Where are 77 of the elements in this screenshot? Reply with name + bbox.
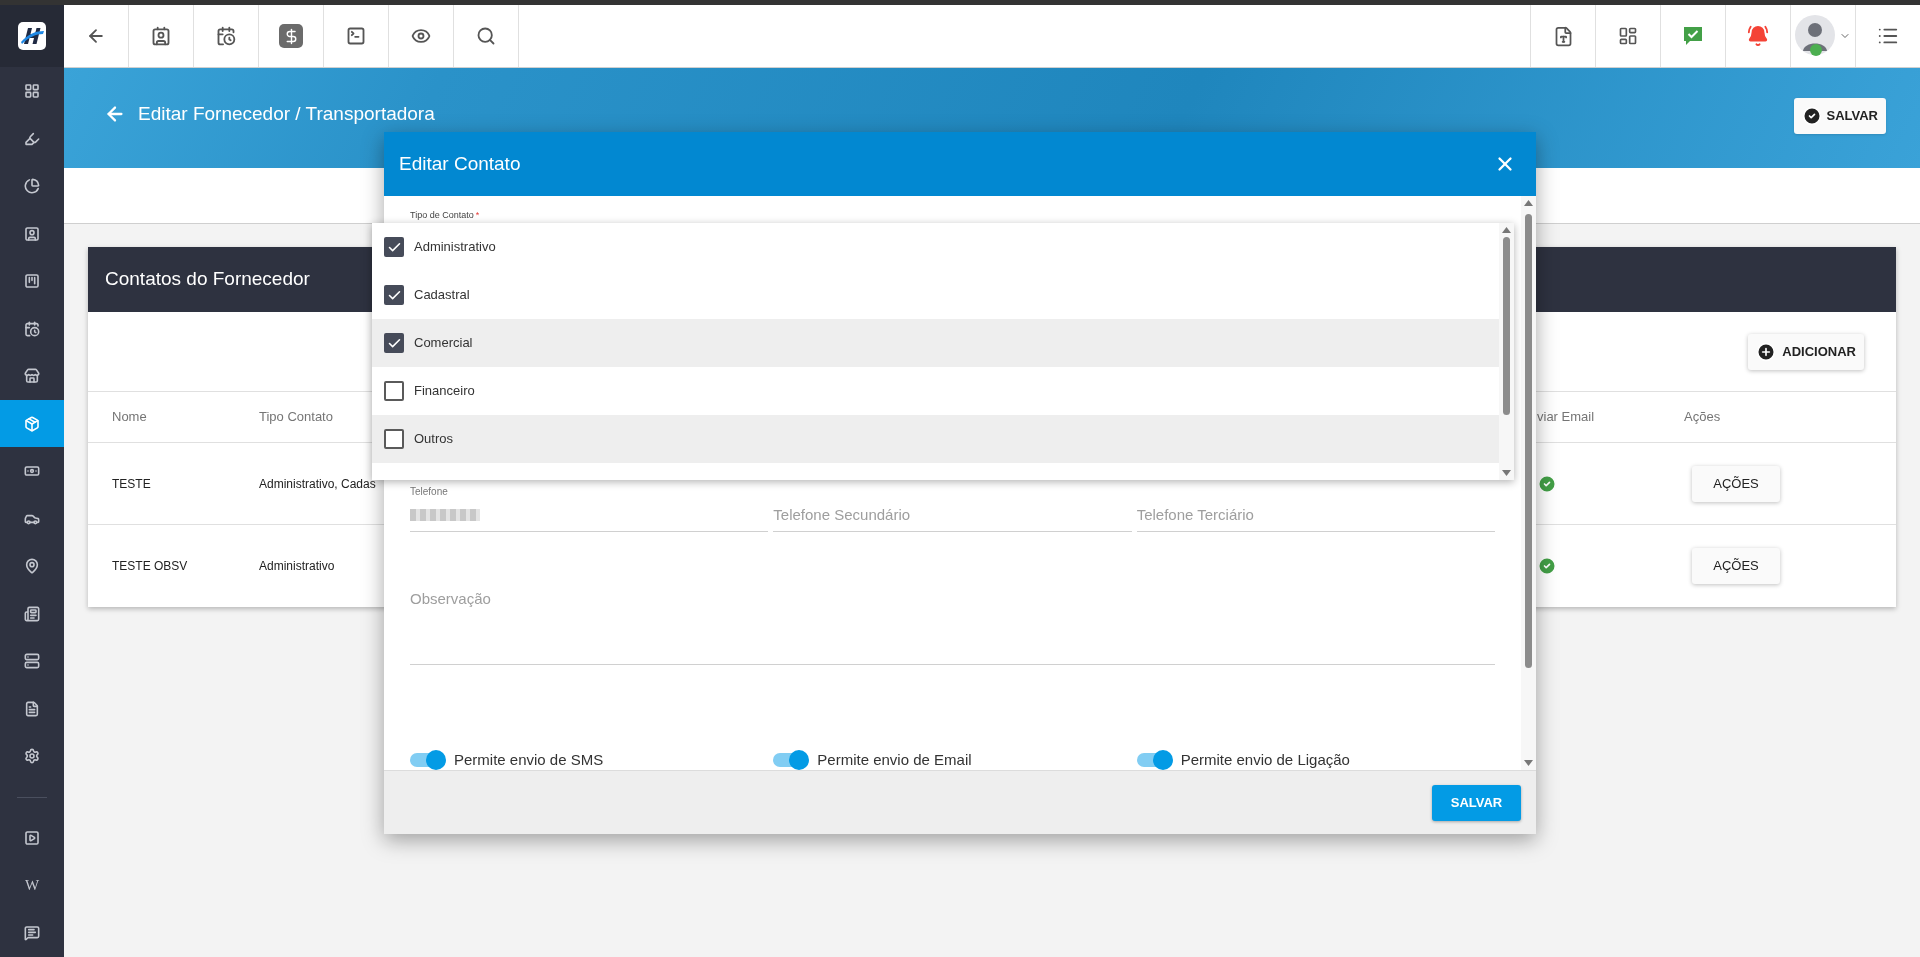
page-title: Editar Fornecedor / Transportadora	[138, 102, 435, 126]
toggle-switch[interactable]	[410, 753, 444, 767]
settings-icon	[24, 748, 40, 765]
pie-chart-icon	[24, 178, 40, 195]
plus-icon	[1756, 341, 1777, 362]
notes-field[interactable]: Observação	[410, 560, 1495, 665]
logo-icon	[18, 22, 46, 51]
dropdown-scrollbar-thumb[interactable]	[1503, 237, 1510, 415]
add-button[interactable]: ADICIONAR	[1748, 333, 1864, 370]
table-cell-text: TESTE OBSV	[112, 558, 188, 575]
contact-icon[interactable]	[151, 26, 171, 46]
dropdown-option[interactable]: Comercial	[372, 319, 1499, 367]
option-label: Administrativo	[414, 238, 496, 257]
highlighter-icon	[24, 130, 40, 147]
table-cell-text: TESTE	[112, 475, 151, 493]
board-icon	[24, 273, 40, 290]
column-header: Ações	[1684, 408, 1721, 427]
scroll-up-icon[interactable]	[1524, 200, 1533, 206]
save-button[interactable]: SALVAR	[1794, 98, 1886, 134]
calendar-clock-icon[interactable]	[216, 26, 236, 46]
play-icon	[24, 830, 40, 847]
table-cell-text: Administrativo	[259, 558, 335, 575]
map-pin-icon	[24, 558, 40, 575]
dropdown-option[interactable]: Administrativo	[372, 223, 1499, 271]
store-icon	[24, 368, 40, 385]
dialog-title: Editar Contato	[399, 151, 521, 176]
table-cell-text: Administrativo, Cadas	[259, 475, 376, 493]
package-icon	[24, 415, 40, 432]
actions-button[interactable]: AÇÕES	[1692, 548, 1780, 584]
required-mark: *	[475, 209, 480, 223]
list-document-icon	[24, 605, 40, 622]
sidebar-item[interactable]: W	[0, 862, 64, 910]
toggle-label: Permite envio de Email	[817, 749, 972, 770]
dropdown-option[interactable]: Outros	[372, 415, 1499, 463]
grid-icon	[24, 83, 40, 100]
option-label: Cadastral	[414, 286, 470, 305]
toggle-switch[interactable]	[773, 753, 808, 767]
blurred-value	[410, 508, 480, 521]
contact-card-icon	[24, 225, 40, 242]
field-label: Telefone	[410, 485, 449, 498]
option-label: Financeiro	[414, 382, 475, 401]
chat-icon	[24, 925, 40, 942]
toggle-switch[interactable]	[1136, 753, 1171, 767]
phone-field[interactable]: Telefone Terciário	[1136, 498, 1495, 532]
column-header: Nome	[112, 408, 147, 427]
chat-check-icon[interactable]	[1682, 25, 1704, 47]
actions-button[interactable]: AÇÕES	[1692, 465, 1780, 502]
column-header: Tipo Contato	[259, 408, 333, 427]
dropdown-scroll-up-icon[interactable]	[1502, 227, 1511, 233]
server-icon	[24, 653, 40, 670]
dollar-icon[interactable]	[279, 24, 303, 48]
avatar-icon[interactable]	[1795, 15, 1837, 57]
column-header: viar Email	[1537, 408, 1595, 427]
toggle-label: Permite envio de Ligação	[1180, 749, 1350, 770]
scrollbar-thumb[interactable]	[1525, 214, 1532, 668]
checkbox[interactable]	[384, 333, 404, 353]
check-circle-icon	[1802, 106, 1823, 126]
card-title: Contatos do Fornecedor	[105, 267, 310, 292]
option-label: Outros	[414, 430, 453, 449]
eye-icon[interactable]	[411, 26, 431, 46]
sidebar-item[interactable]	[0, 399, 64, 448]
scroll-down-icon[interactable]	[1524, 760, 1533, 766]
dropdown-scroll-down-icon[interactable]	[1502, 470, 1511, 476]
document-icon	[24, 700, 40, 717]
checkbox[interactable]	[384, 429, 404, 449]
field-label: Tipo de Contato	[410, 209, 474, 223]
calendar-clock-icon	[24, 320, 40, 337]
checkbox[interactable]	[384, 285, 404, 305]
bell-icon[interactable]	[1747, 25, 1769, 47]
option-label: Comercial	[414, 334, 473, 353]
toggle-label: Permite envio de SMS	[454, 749, 604, 770]
checkbox[interactable]	[384, 237, 404, 257]
search-icon[interactable]	[476, 26, 496, 46]
dashboard-icon[interactable]	[1618, 26, 1638, 46]
terminal-icon[interactable]	[346, 26, 366, 46]
phone-field[interactable]: Telefone Secundário	[773, 498, 1132, 532]
checkbox[interactable]	[384, 381, 404, 401]
